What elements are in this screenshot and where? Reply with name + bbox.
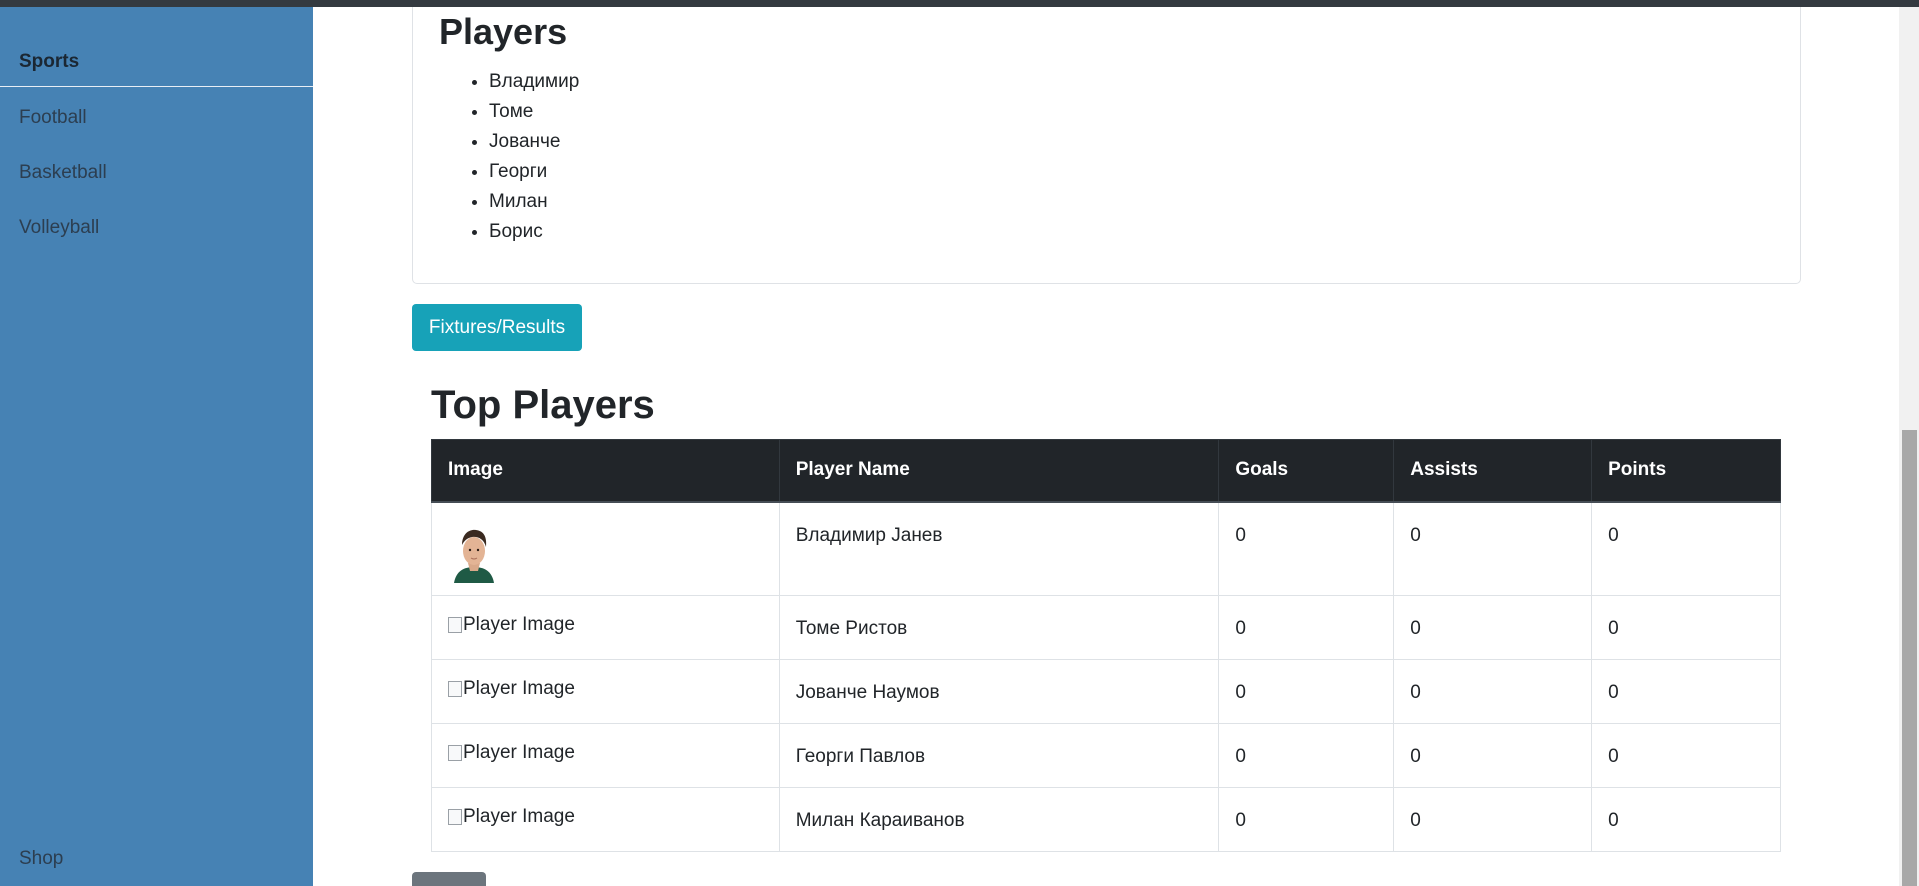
table-row: Player Image Георги Павлов 0 0 0 bbox=[431, 723, 1781, 788]
list-item: Милан bbox=[489, 187, 579, 217]
broken-image-icon bbox=[448, 809, 462, 825]
header-goals: Goals bbox=[1218, 439, 1395, 503]
sidebar-item-shop[interactable]: Shop bbox=[19, 848, 63, 870]
player-name-cell: Милан Караиванов bbox=[778, 787, 1220, 852]
table-row: Владимир Јанев 0 0 0 bbox=[431, 501, 1781, 596]
player-name-cell: Георги Павлов bbox=[778, 723, 1220, 788]
table-header-row: Image Player Name Goals Assists Points bbox=[431, 439, 1781, 503]
sidebar: Sports Football Basketball Volleyball Sh… bbox=[0, 7, 313, 886]
players-card: Players Владимир Томе Јованче Георги Мил… bbox=[412, 7, 1801, 284]
list-item: Владимир bbox=[489, 67, 579, 97]
points-cell: 0 bbox=[1591, 723, 1781, 788]
sidebar-item-basketball[interactable]: Basketball bbox=[19, 162, 107, 184]
broken-image-icon bbox=[448, 617, 462, 633]
sidebar-item-volleyball[interactable]: Volleyball bbox=[19, 217, 99, 239]
points-cell: 0 bbox=[1591, 595, 1781, 660]
broken-image: Player Image bbox=[448, 660, 575, 700]
top-players-title: Top Players bbox=[431, 383, 655, 427]
players-title: Players bbox=[439, 11, 568, 52]
header-assists: Assists bbox=[1393, 439, 1593, 503]
assists-cell: 0 bbox=[1393, 659, 1593, 724]
sidebar-brand[interactable]: Sports bbox=[0, 7, 313, 87]
assists-cell: 0 bbox=[1393, 595, 1593, 660]
header-player-name: Player Name bbox=[778, 439, 1220, 503]
broken-image: Player Image bbox=[448, 788, 575, 828]
points-cell: 0 bbox=[1591, 501, 1781, 596]
list-item: Георги bbox=[489, 157, 579, 187]
list-item: Томе bbox=[489, 97, 579, 127]
image-cell: Player Image bbox=[431, 659, 780, 724]
table-row: Player Image Милан Караиванов 0 0 0 bbox=[431, 787, 1781, 852]
fixtures-results-button[interactable]: Fixtures/Results bbox=[412, 304, 582, 351]
player-name-cell: Владимир Јанев bbox=[778, 501, 1220, 596]
player-name-cell: Јованче Наумов bbox=[778, 659, 1220, 724]
list-item: Борис bbox=[489, 217, 579, 247]
goals-cell: 0 bbox=[1218, 595, 1395, 660]
goals-cell: 0 bbox=[1218, 723, 1395, 788]
header-image: Image bbox=[431, 439, 780, 503]
player-photo bbox=[448, 520, 500, 583]
scrollbar-thumb[interactable] bbox=[1902, 430, 1917, 886]
image-cell: Player Image bbox=[431, 595, 780, 660]
secondary-button-partial[interactable] bbox=[412, 872, 486, 886]
points-cell: 0 bbox=[1591, 659, 1781, 724]
assists-cell: 0 bbox=[1393, 501, 1593, 596]
browser-top-bar bbox=[0, 0, 1919, 7]
points-cell: 0 bbox=[1591, 787, 1781, 852]
image-cell: Player Image bbox=[431, 787, 780, 852]
players-list: Владимир Томе Јованче Георги Милан Борис bbox=[489, 67, 579, 247]
table-row: Player Image Томе Ристов 0 0 0 bbox=[431, 595, 1781, 660]
player-name-cell: Томе Ристов bbox=[778, 595, 1220, 660]
goals-cell: 0 bbox=[1218, 659, 1395, 724]
goals-cell: 0 bbox=[1218, 787, 1395, 852]
top-players-table: Image Player Name Goals Assists Points В… bbox=[431, 439, 1781, 852]
broken-image-icon bbox=[448, 745, 462, 761]
assists-cell: 0 bbox=[1393, 723, 1593, 788]
sidebar-brand-label: Sports bbox=[19, 51, 80, 72]
broken-image: Player Image bbox=[448, 724, 575, 764]
image-cell: Player Image bbox=[431, 723, 780, 788]
broken-image: Player Image bbox=[448, 596, 575, 636]
table-row: Player Image Јованче Наумов 0 0 0 bbox=[431, 659, 1781, 724]
image-cell bbox=[431, 501, 780, 596]
assists-cell: 0 bbox=[1393, 787, 1593, 852]
sidebar-item-football[interactable]: Football bbox=[19, 107, 87, 129]
broken-image-icon bbox=[448, 681, 462, 697]
list-item: Јованче bbox=[489, 127, 579, 157]
header-points: Points bbox=[1591, 439, 1781, 503]
goals-cell: 0 bbox=[1218, 501, 1395, 596]
